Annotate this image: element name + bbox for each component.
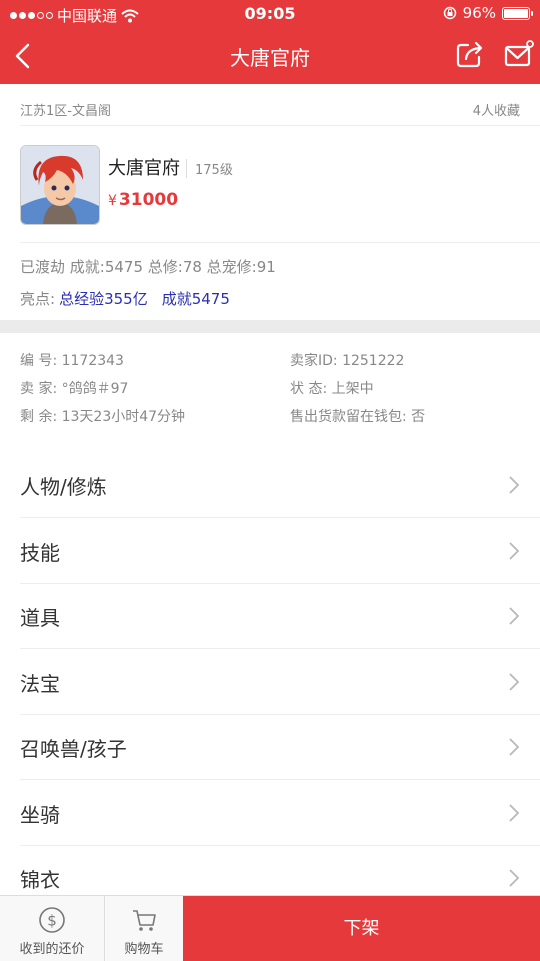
list-item-skills[interactable]: 技能: [0, 519, 540, 584]
chevron-right-icon: [509, 607, 520, 625]
chevron-right-icon: [509, 869, 520, 887]
chevron-right-icon: [509, 804, 520, 822]
list-item-label: 召唤兽/孩子: [20, 737, 127, 761]
list-item-label: 人物/修炼: [20, 475, 107, 499]
dollar-circle-icon: $: [39, 907, 65, 933]
battery-icon: [502, 6, 533, 20]
navigation-bar: 大唐官府: [0, 28, 540, 84]
status-bar: 中国联通 09:05 96%: [0, 0, 540, 28]
section-separator: [0, 320, 540, 333]
list-item-label: 锦衣: [20, 868, 60, 892]
price-value: 31000: [118, 190, 179, 210]
character-name: 大唐官府: [108, 158, 180, 179]
chevron-right-icon: [509, 673, 520, 691]
list-item-label: 法宝: [20, 672, 60, 696]
battery-percent: 96%: [462, 4, 496, 22]
counter-offers-tab[interactable]: $ 收到的还价: [0, 896, 104, 961]
highlight-value: 总经验355亿: [59, 290, 148, 308]
battery-area: 96%: [443, 4, 533, 22]
delist-button[interactable]: 下架: [183, 896, 540, 961]
list-item-label: 道具: [20, 606, 60, 630]
cart-tab[interactable]: 购物车: [105, 896, 183, 961]
listing-number: 编 号: 1172343: [20, 353, 124, 369]
highlight-value: 成就5475: [161, 290, 230, 308]
list-item-summons[interactable]: 召唤兽/孩子: [0, 715, 540, 780]
divider: [20, 242, 540, 243]
list-item-treasure[interactable]: 法宝: [0, 650, 540, 715]
rotation-lock-icon: [443, 6, 456, 20]
highlight-label: 亮点:: [20, 290, 56, 308]
chevron-right-icon: [509, 476, 520, 494]
shopping-cart-icon: [133, 910, 156, 931]
seller-name: 卖 家: °鸽鸽＃97: [20, 381, 129, 397]
time-remaining: 剩 余: 13天23小时47分钟: [20, 409, 186, 425]
price: ¥31000: [108, 190, 178, 210]
wallet-setting: 售出货款留在钱包: 否: [290, 409, 426, 425]
list-item-label: 技能: [20, 541, 60, 565]
share-icon[interactable]: [455, 39, 485, 69]
character-avatar: [20, 145, 100, 225]
character-stats: 已渡劫 成就:5475 总修:78 总宠修:91: [20, 258, 276, 276]
chevron-right-icon: [509, 738, 520, 756]
listing-status: 状 态: 上架中: [290, 381, 374, 397]
list-item-label: 坐骑: [20, 803, 60, 827]
highlights: 亮点: 总经验355亿 成就5475: [20, 288, 230, 309]
seller-id: 卖家ID: 1251222: [290, 353, 405, 369]
favorite-count[interactable]: 4人收藏: [473, 100, 520, 119]
divider: [20, 125, 540, 126]
list-item-mounts[interactable]: 坐骑: [0, 781, 540, 846]
cart-label: 购物车: [124, 942, 164, 957]
character-level: 175级: [186, 159, 233, 178]
chevron-right-icon: [509, 542, 520, 560]
list-item-character[interactable]: 人物/修炼: [0, 453, 540, 518]
currency-symbol: ¥: [108, 193, 117, 209]
message-icon[interactable]: [503, 39, 535, 69]
bottom-action-bar: $ 收到的还价 购物车 下架: [0, 895, 540, 961]
svg-text:$: $: [47, 912, 57, 930]
list-item-items[interactable]: 道具: [0, 584, 540, 649]
server-name: 江苏1区-文昌阁: [20, 104, 111, 119]
server-row: 江苏1区-文昌阁 4人收藏: [20, 100, 520, 119]
counter-offers-label: 收到的还价: [19, 942, 85, 957]
